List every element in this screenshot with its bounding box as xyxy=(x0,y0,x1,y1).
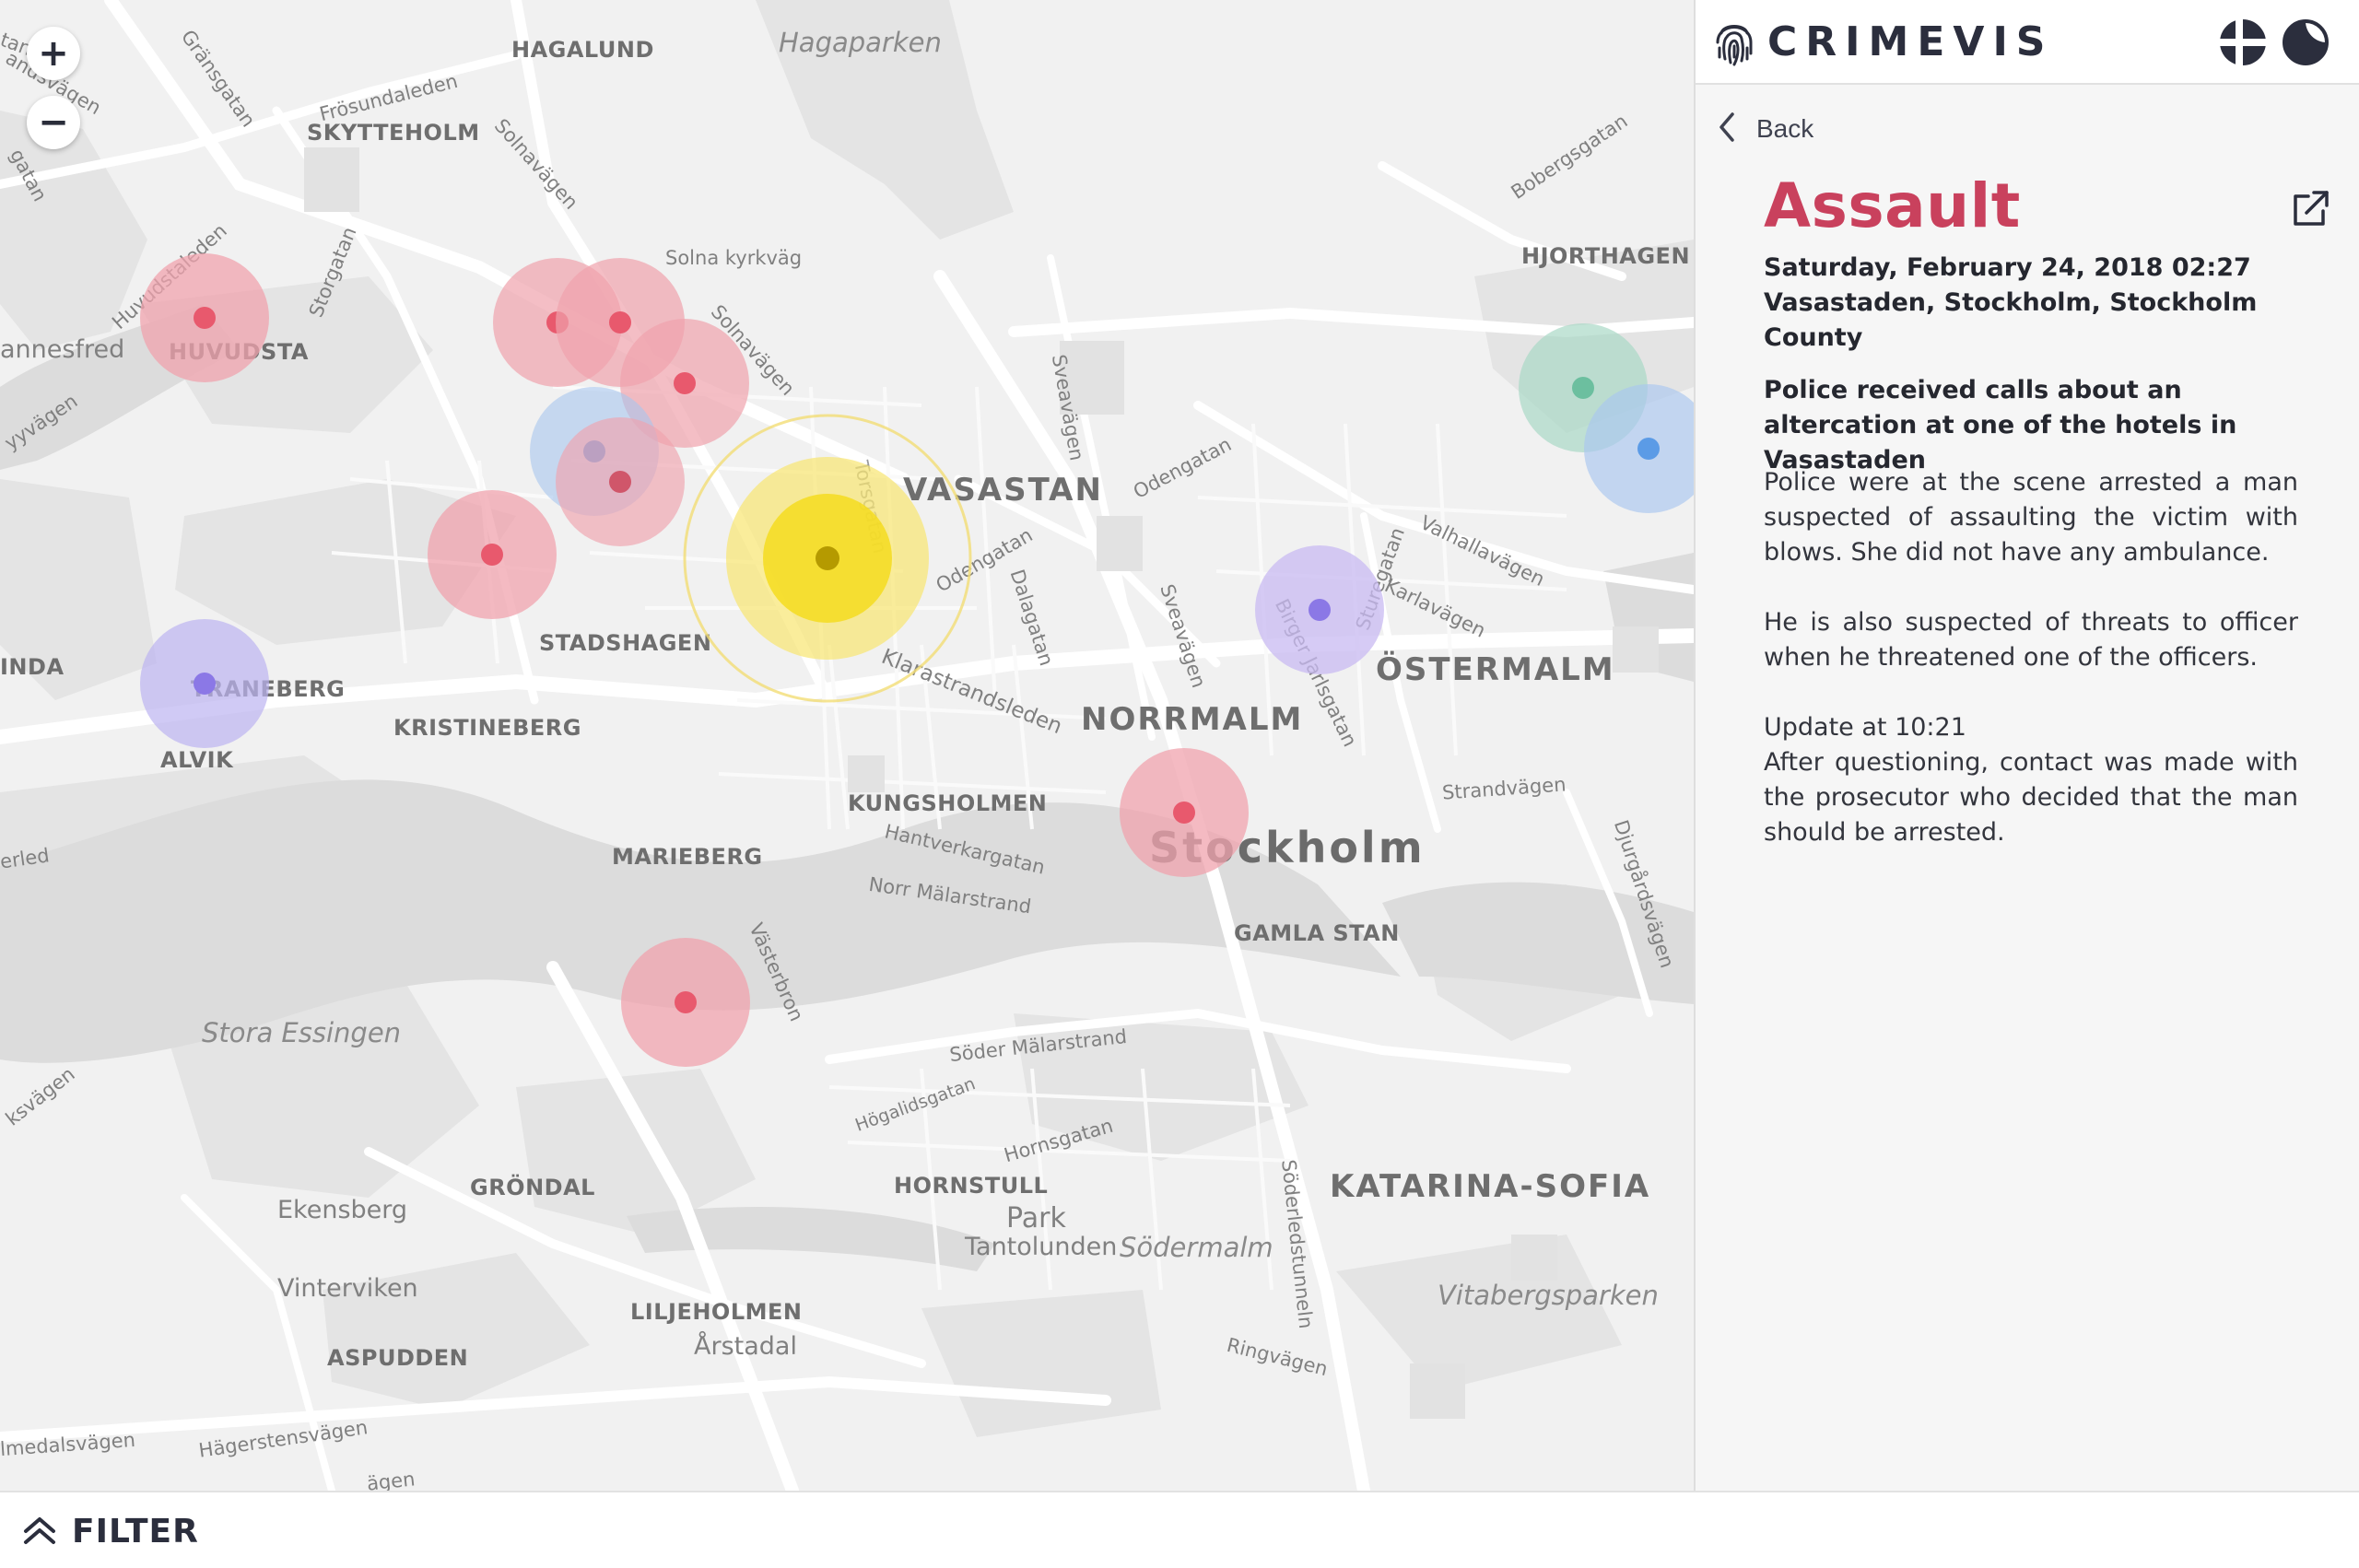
back-button[interactable]: Back xyxy=(1716,111,1813,147)
incident-meta: Saturday, February 24, 2018 02:27 Vasast… xyxy=(1764,251,2280,356)
nordic-flag-icon[interactable] xyxy=(2219,18,2267,70)
incident-traneberg[interactable] xyxy=(140,619,269,748)
incident-location: Vasastaden, Stockholm, Stockholm County xyxy=(1764,288,2258,352)
incident-summary: Police received calls about an altercati… xyxy=(1764,376,2237,474)
zoom-in-button[interactable]: + xyxy=(27,27,80,80)
incident-datetime: Saturday, February 24, 2018 02:27 xyxy=(1764,253,2251,282)
app-header: CRIMEVIS xyxy=(1696,0,2359,85)
incident-stadshagen[interactable] xyxy=(428,490,557,619)
update-title: Update at 10:21 xyxy=(1764,713,1966,742)
zoom-out-button[interactable]: − xyxy=(27,96,80,149)
app-title: CRIMEVIS xyxy=(1767,18,2054,65)
incident-detail-panel: CRIMEVIS Back Assault Saturday, February… xyxy=(1694,0,2359,1491)
filter-label: FILTER xyxy=(72,1513,199,1550)
filter-button[interactable]: FILTER xyxy=(22,1513,199,1550)
incident-description-2: He is also suspected of threats to offic… xyxy=(1764,608,2298,672)
external-link-icon[interactable] xyxy=(2290,189,2330,233)
chevron-left-icon xyxy=(1716,111,1738,147)
double-chevron-up-icon xyxy=(22,1515,57,1550)
incident-ostermalm[interactable] xyxy=(1255,545,1384,674)
incident-huvudsta[interactable] xyxy=(140,253,269,382)
incident-description-1: Police were at the scene arrested a man … xyxy=(1764,468,2298,567)
incident-vasterbron[interactable] xyxy=(621,938,750,1067)
crime-type-title: Assault xyxy=(1764,170,2021,241)
back-label: Back xyxy=(1756,114,1814,143)
incident-vasastaden-selected[interactable] xyxy=(683,414,972,703)
incident-solna-4[interactable] xyxy=(556,417,685,546)
moon-icon[interactable] xyxy=(2282,18,2330,70)
update-text: After questioning, contact was made with… xyxy=(1764,748,2298,847)
filter-bar: FILTER xyxy=(0,1491,2359,1568)
incident-norrmalm[interactable] xyxy=(1120,748,1249,877)
incident-update: Update at 10:21 After questioning, conta… xyxy=(1764,710,2298,850)
crime-map[interactable]: HAGALUND Hagaparken SKYTTEHOLM Frösundal… xyxy=(0,0,1694,1491)
fingerprint-icon xyxy=(1714,17,1755,70)
